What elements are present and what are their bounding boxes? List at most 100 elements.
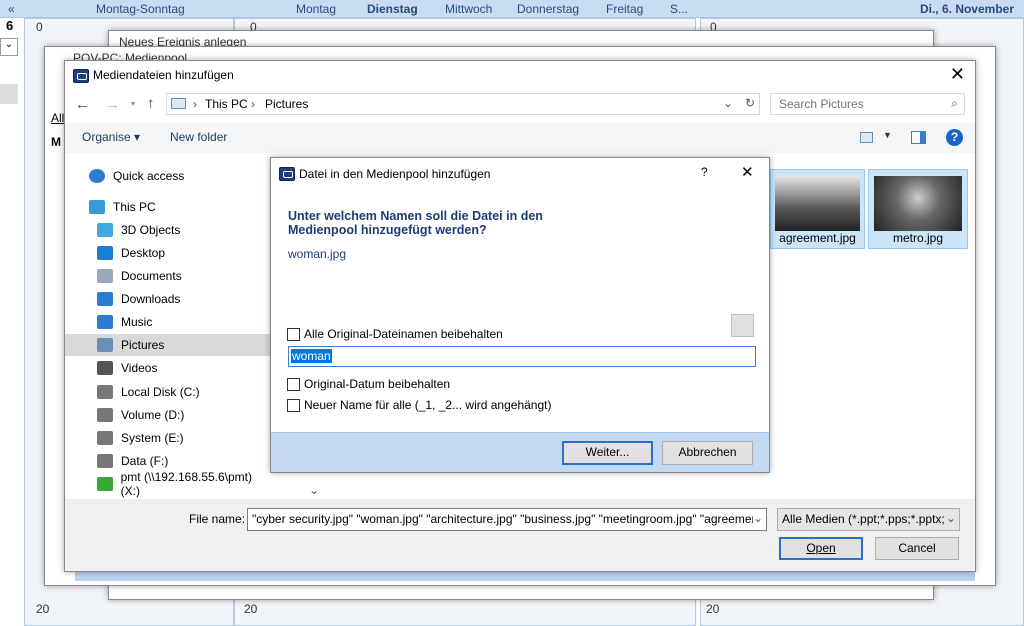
nav-item-data-f[interactable]: Data (F:) [65, 450, 271, 472]
nav-item-documents[interactable]: Documents [65, 265, 271, 287]
day-thursday[interactable]: Donnerstag [517, 2, 579, 16]
chevron-down-icon[interactable]: ⌄ [752, 511, 763, 525]
hour-label: 20 [36, 602, 50, 616]
date-label: Di., 6. November [919, 2, 1014, 16]
nav-item-label: Documents [121, 269, 182, 283]
new-name-all-checkbox[interactable]: Neuer Name für alle (_1, _2... wird ange… [287, 398, 552, 413]
week-label[interactable]: Montag-Sonntag [96, 2, 185, 16]
column-label: M [51, 135, 61, 149]
app-icon [279, 166, 295, 181]
app-icon [73, 68, 89, 83]
new-folder-button[interactable]: New folder [170, 130, 227, 144]
refresh-icon[interactable]: ↻ [745, 96, 755, 110]
nav-item-system-e[interactable]: System (E:) [65, 427, 271, 449]
nav-item-label: System (E:) [121, 431, 184, 445]
file-type-value: Alle Medien (*.ppt;*.pps;*.pptx; [782, 512, 945, 526]
download-icon [97, 292, 113, 306]
question-line: Unter welchem Namen soll die Datei in de… [288, 209, 543, 223]
preview-pane-icon[interactable] [911, 131, 926, 144]
day-saturday[interactable]: S... [670, 2, 688, 16]
checkbox-icon[interactable] [287, 399, 300, 413]
nav-item-volume-d[interactable]: Volume (D:) [65, 404, 271, 426]
music-icon [97, 315, 113, 329]
file-label: woman.jpg [288, 247, 347, 261]
preview-button[interactable] [731, 314, 754, 337]
back-arrow-icon[interactable]: ← [75, 96, 90, 113]
document-icon [97, 269, 113, 283]
file-thumbnail [775, 176, 860, 231]
cube-icon [97, 223, 113, 237]
search-input[interactable]: Search Pictures ⌕ [770, 93, 965, 115]
computer-icon [89, 200, 105, 214]
forward-arrow-icon[interactable]: → [105, 96, 120, 113]
help-button[interactable]: ? [701, 165, 708, 179]
nav-item-label: pmt (\\192.168.55.6\pmt) (X:) [120, 470, 253, 498]
nav-item-3d-objects[interactable]: 3D Objects [65, 219, 271, 241]
view-icon[interactable] [860, 132, 873, 143]
next-button[interactable]: Weiter... [562, 441, 653, 465]
name-value: woman [291, 349, 332, 363]
file-thumbnail [874, 176, 962, 231]
nav-item-quick-access[interactable]: Quick access [65, 165, 271, 187]
day-tuesday[interactable]: Dienstag [367, 2, 418, 16]
all-link[interactable]: All [51, 111, 64, 125]
file-item[interactable]: metro.jpg [868, 169, 968, 249]
nav-item-label: Volume (D:) [121, 408, 185, 422]
checkbox-label: Neuer Name für alle (_1, _2... wird ange… [304, 398, 552, 412]
nav-item-label: Music [121, 315, 153, 329]
address-bar[interactable]: › This PC › Pictures ⌄ ↻ [166, 93, 760, 115]
nav-item-local-disk-c[interactable]: Local Disk (C:) [65, 381, 271, 403]
close-icon[interactable]: ✕ [741, 163, 754, 181]
history-chevron-icon[interactable]: ⌄ [723, 96, 733, 110]
file-name-input[interactable]: "cyber security.jpg" "woman.jpg" "archit… [247, 508, 767, 531]
organise-button[interactable]: Organise ▾ [82, 130, 140, 144]
name-input[interactable]: woman [288, 346, 756, 367]
keep-names-checkbox[interactable]: Alle Original-Dateinamen beibehalten [287, 327, 503, 342]
nav-item-label: Desktop [121, 246, 166, 260]
file-name-label: File name: [189, 512, 246, 526]
close-icon[interactable]: ✕ [950, 64, 965, 85]
up-arrow-icon[interactable]: ↑ [147, 95, 155, 112]
dialog-title: Mediendateien hinzufügen [93, 68, 234, 82]
nav-item-music[interactable]: Music [65, 311, 271, 333]
address-row: ← → ▾ ↑ › This PC › Pictures ⌄ ↻ Search … [65, 89, 975, 123]
scroll-down-icon[interactable]: ⌄ [309, 483, 319, 497]
cancel-button[interactable]: Cancel [875, 537, 959, 560]
file-type-select[interactable]: Alle Medien (*.ppt;*.pps;*.pptx; ⌄ [777, 508, 960, 531]
nav-item-label: 3D Objects [121, 223, 181, 237]
day-monday[interactable]: Montag [296, 2, 336, 16]
recent-chevron-icon[interactable]: ▾ [131, 99, 135, 108]
day-wednesday[interactable]: Mittwoch [445, 2, 492, 16]
add-to-pool-dialog: Datei in den Medienpool hinzufügen ? ✕ U… [270, 157, 770, 473]
dropdown-chevron-icon[interactable]: ⌄ [0, 38, 18, 56]
cancel-button[interactable]: Abbrechen [662, 441, 753, 465]
nav-item-this-pc[interactable]: This PC [65, 196, 271, 218]
nav-item-desktop[interactable]: Desktop [65, 242, 271, 264]
file-item[interactable]: agreement.jpg [770, 169, 865, 249]
nav-item-label: Pictures [121, 338, 165, 352]
open-button[interactable]: Open [779, 537, 863, 560]
nav-item-pmt-192-168-55-6-pmt-x[interactable]: pmt (\\192.168.55.6\pmt) (X:) [65, 470, 271, 498]
hour-label: 20 [706, 602, 720, 616]
breadcrumb-this-pc[interactable]: This PC [205, 97, 248, 111]
nav-item-videos[interactable]: Videos [65, 357, 271, 379]
nav-item-downloads[interactable]: Downloads [65, 288, 271, 310]
checkbox-icon[interactable] [287, 328, 300, 342]
keep-date-checkbox[interactable]: Original-Datum beibehalten [287, 377, 450, 392]
drive-icon [97, 385, 113, 399]
checkbox-icon[interactable] [287, 378, 300, 392]
prev-button[interactable]: « [8, 2, 15, 16]
command-bar: Organise ▾ New folder ▼ ? [65, 123, 975, 153]
drive-icon [97, 408, 113, 422]
nav-item-label: Videos [121, 361, 158, 375]
nav-item-label: Quick access [113, 169, 185, 183]
breadcrumb-pictures[interactable]: Pictures [265, 97, 308, 111]
hour-label: 0 [36, 20, 43, 34]
day-friday[interactable]: Freitag [606, 2, 643, 16]
view-chevron-icon[interactable]: ▼ [883, 130, 892, 140]
chevron-down-icon[interactable]: ⌄ [945, 511, 956, 525]
star-icon [89, 169, 105, 183]
nav-item-pictures[interactable]: Pictures [65, 334, 271, 356]
help-icon[interactable]: ? [946, 129, 963, 146]
sidebar-selection [0, 84, 18, 104]
